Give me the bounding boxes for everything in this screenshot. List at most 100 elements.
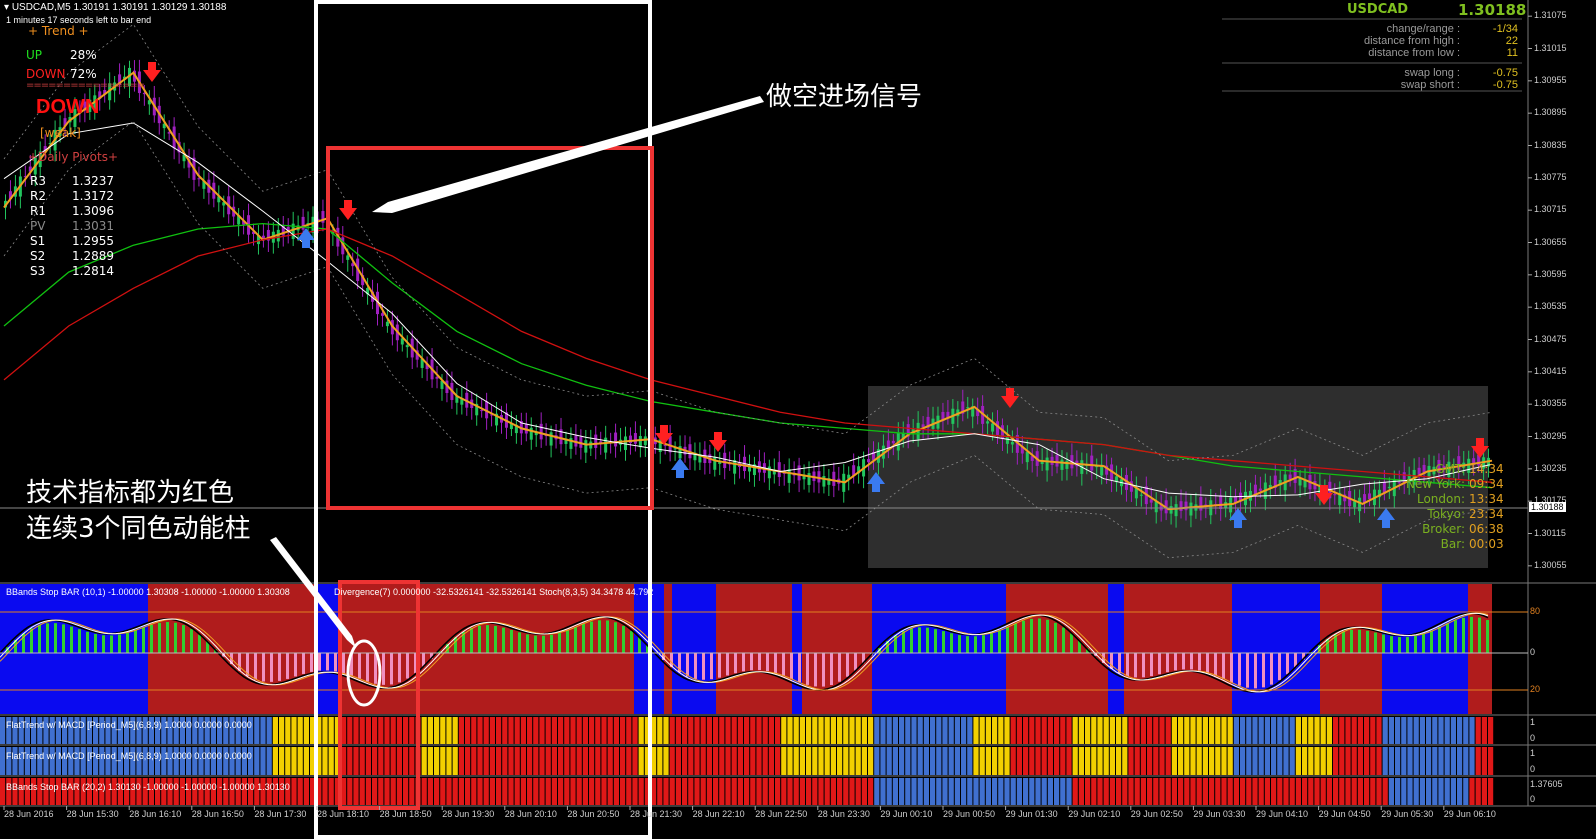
color-bar: [1264, 717, 1270, 744]
annotation-indicators-line2: 连续3个同色动能柱: [26, 514, 251, 544]
candle-body: [614, 432, 618, 447]
color-bar: [576, 717, 582, 744]
stoch-hist-bar: [118, 634, 121, 653]
stoch-hist-bar: [54, 623, 57, 653]
candle-body: [1397, 482, 1401, 484]
color-bar: [1122, 778, 1128, 805]
color-bar: [1444, 717, 1450, 744]
color-bar: [527, 778, 533, 805]
color-bar: [458, 778, 464, 805]
price-tick: 1.30595: [1534, 268, 1567, 279]
color-bar: [1054, 717, 1060, 744]
color-bar: [1457, 747, 1463, 775]
stoch-hist-bar: [358, 653, 361, 679]
color-bar: [1023, 747, 1029, 775]
stoch-hist-bar: [630, 630, 633, 653]
color-bar: [830, 717, 836, 744]
color-bar: [558, 778, 564, 805]
time-tick: 29 Jun 02:50: [1130, 809, 1183, 819]
color-bar: [322, 778, 328, 805]
stoch-region: [716, 584, 792, 714]
color-bar: [1475, 747, 1481, 775]
pivot-label: R2: [30, 189, 46, 203]
candle-body: [1179, 501, 1183, 511]
color-bar: [663, 717, 669, 744]
color-bar: [830, 747, 836, 775]
color-bar: [700, 747, 706, 775]
flattrend-title-1: FlatTrend w/ MACD [Period_M5](6,8,9) 1.0…: [6, 720, 252, 730]
color-bar: [0, 747, 6, 775]
color-bar: [694, 747, 700, 775]
stoch-hist-bar: [1062, 627, 1065, 653]
color-bar: [1215, 747, 1221, 775]
time-tick: 29 Jun 06:10: [1443, 809, 1496, 819]
stoch-hist-bar: [1270, 653, 1273, 685]
time-tick: 28 Jun 16:50: [191, 809, 244, 819]
color-bar: [1240, 747, 1246, 775]
stoch-hist-bar: [478, 625, 481, 653]
stoch-hist-bar: [182, 625, 185, 653]
pivot-value: 1.3031: [72, 219, 114, 233]
color-bar: [1023, 778, 1029, 805]
color-bar: [1072, 717, 1078, 744]
color-bar: [1457, 717, 1463, 744]
price-tick: 1.30775: [1534, 171, 1567, 182]
color-bar: [322, 747, 328, 775]
color-bar: [1029, 717, 1035, 744]
color-bar: [514, 717, 520, 744]
color-bar: [731, 717, 737, 744]
color-bar: [1432, 717, 1438, 744]
color-bar: [303, 778, 309, 805]
color-bar: [812, 778, 818, 805]
color-bar: [762, 717, 768, 744]
color-bar: [954, 747, 960, 775]
color-bar: [620, 717, 626, 744]
stoch-hist-bar: [1366, 630, 1369, 653]
stoch-region: [872, 584, 1006, 714]
color-bar: [1382, 747, 1388, 775]
color-bar: [1041, 778, 1047, 805]
color-bar: [719, 747, 725, 775]
color-bar: [595, 778, 601, 805]
flat2-axis-0: 0: [1530, 764, 1536, 774]
color-bar: [762, 747, 768, 775]
color-bar: [558, 717, 564, 744]
dropdown-icon[interactable]: ▾: [4, 2, 9, 13]
color-bar: [868, 747, 874, 775]
candle-body: [405, 345, 409, 348]
color-bar: [589, 778, 595, 805]
color-bar: [589, 717, 595, 744]
clock-time: 14:34: [1469, 462, 1504, 476]
time-tick: 28 Jun 17:30: [254, 809, 307, 819]
color-bar: [768, 717, 774, 744]
color-bar: [1140, 778, 1146, 805]
stoch-hist-bar: [1470, 616, 1473, 653]
color-bar: [824, 717, 830, 744]
candle-body: [723, 452, 727, 469]
stoch-hist-bar: [1414, 635, 1417, 653]
color-bar: [452, 717, 458, 744]
color-bar: [0, 717, 6, 744]
color-bar: [905, 778, 911, 805]
stoch-hist-bar: [1238, 653, 1241, 686]
stoch-hist-bar: [686, 653, 689, 677]
color-bar: [911, 778, 917, 805]
color-bar: [837, 778, 843, 805]
color-bar: [892, 747, 898, 775]
color-bar: [1413, 747, 1419, 775]
price-tick: 1.30715: [1534, 204, 1567, 215]
color-bar: [582, 747, 588, 775]
color-bar: [1401, 747, 1407, 775]
color-bar: [1258, 778, 1264, 805]
price-tick: 1.30895: [1534, 107, 1567, 118]
color-bar: [514, 747, 520, 775]
stoch-hist-bar: [294, 653, 297, 677]
color-bar: [1091, 747, 1097, 775]
color-bar: [917, 778, 923, 805]
stoch-hist-bar: [1438, 627, 1441, 653]
color-bar: [1004, 747, 1010, 775]
color-bar: [545, 747, 551, 775]
color-bar: [1171, 747, 1177, 775]
stoch-hist-bar: [902, 631, 905, 653]
color-bar: [508, 717, 514, 744]
